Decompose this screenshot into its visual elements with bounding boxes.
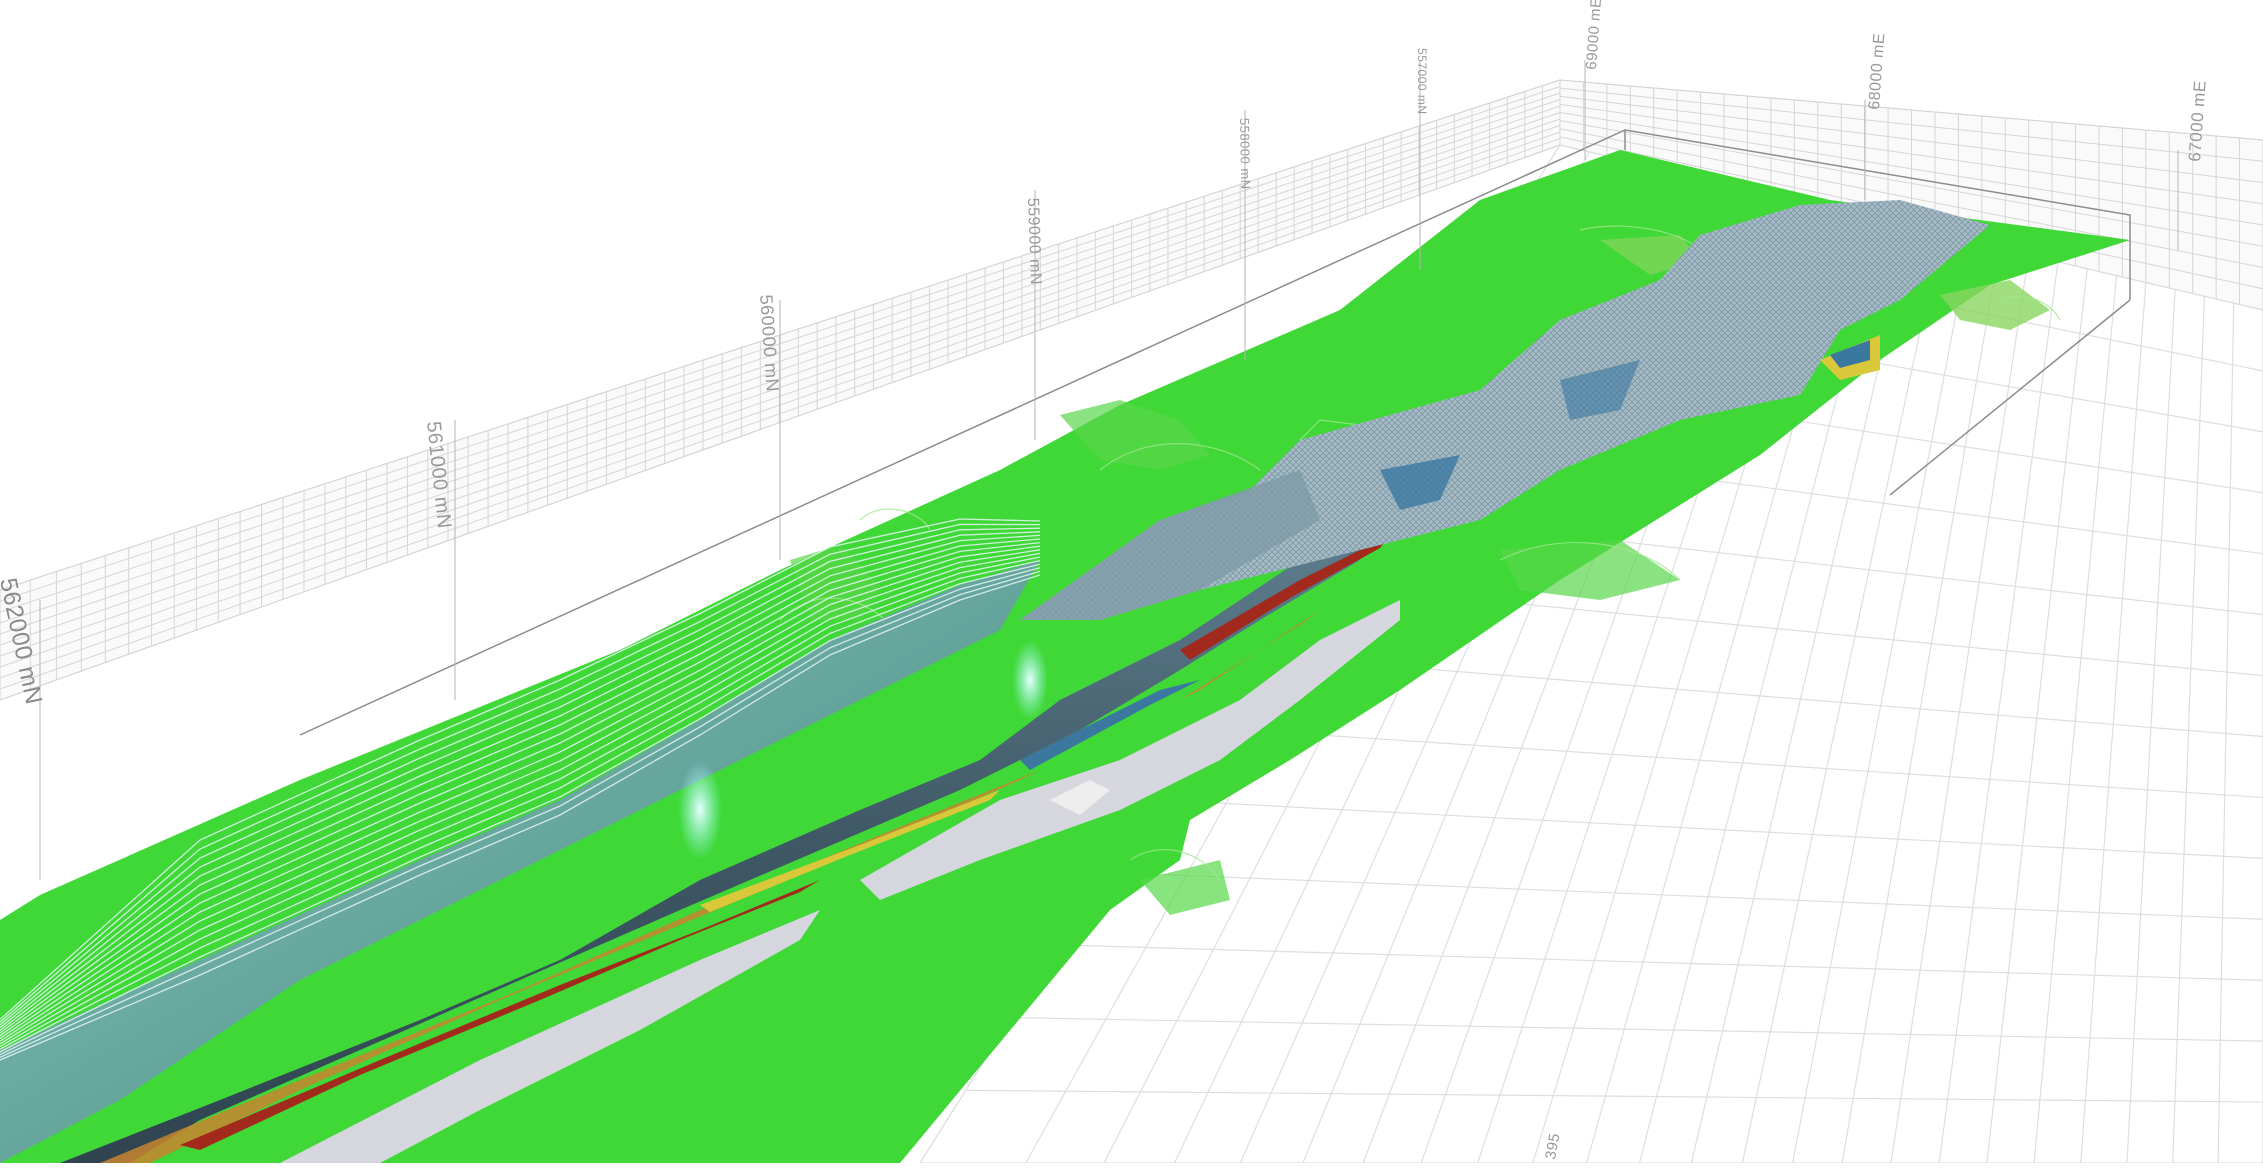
northing-label-557000: 557000 mN (1415, 48, 1429, 115)
3d-viewport[interactable]: 562000 mN 561000 mN 560000 mN 559000 mN … (0, 0, 2263, 1164)
easting-label-69000: 69000 mE (1583, 0, 1605, 70)
3d-scene[interactable]: 562000 mN 561000 mN 560000 mN 559000 mN … (0, 0, 2263, 1164)
northing-label-559000: 559000 mN (1024, 198, 1044, 286)
easting-label-68000: 68000 mE (1866, 32, 1888, 110)
northing-label-558000: 558000 mN (1237, 118, 1253, 190)
